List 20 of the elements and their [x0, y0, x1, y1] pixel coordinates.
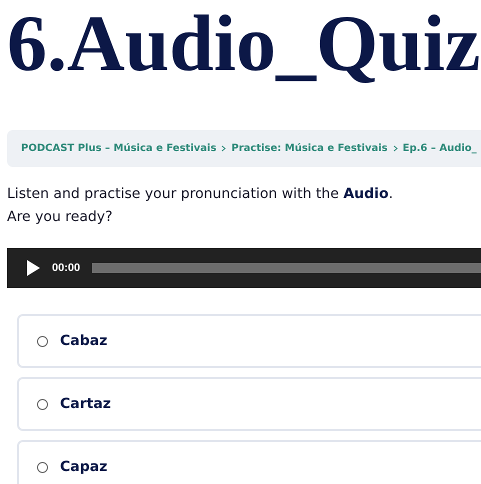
play-icon[interactable] — [27, 260, 40, 276]
answer-option[interactable]: Capaz — [17, 440, 481, 484]
breadcrumb-link[interactable]: PODCAST Plus – Música e Festivais — [21, 143, 216, 154]
radio-button[interactable] — [37, 398, 48, 410]
radio-button[interactable] — [37, 336, 48, 346]
intro-text: Listen and practise your pronunciation with the Audio. — [7, 185, 394, 204]
answer-option[interactable]: Cartaz — [17, 377, 481, 431]
chevron-icon — [392, 145, 398, 152]
page-title: 6.Audio_Quiz — [7, 0, 481, 90]
time-display: 00:00 — [52, 262, 80, 274]
intro-text: Are you ready? — [7, 208, 114, 227]
option-label: Capaz — [60, 459, 108, 475]
chevron-icon — [221, 145, 226, 152]
answer-option[interactable]: Cabaz — [17, 314, 481, 368]
radio-button[interactable] — [37, 462, 48, 472]
option-label: Cabaz — [60, 333, 108, 349]
option-label: Cartaz — [60, 396, 111, 412]
breadcrumb-link[interactable]: Ep.6 – Audio_ — [402, 143, 477, 154]
progress-track[interactable] — [92, 263, 481, 273]
breadcrumb-link[interactable]: Practise: Música e Festivais — [231, 143, 388, 154]
